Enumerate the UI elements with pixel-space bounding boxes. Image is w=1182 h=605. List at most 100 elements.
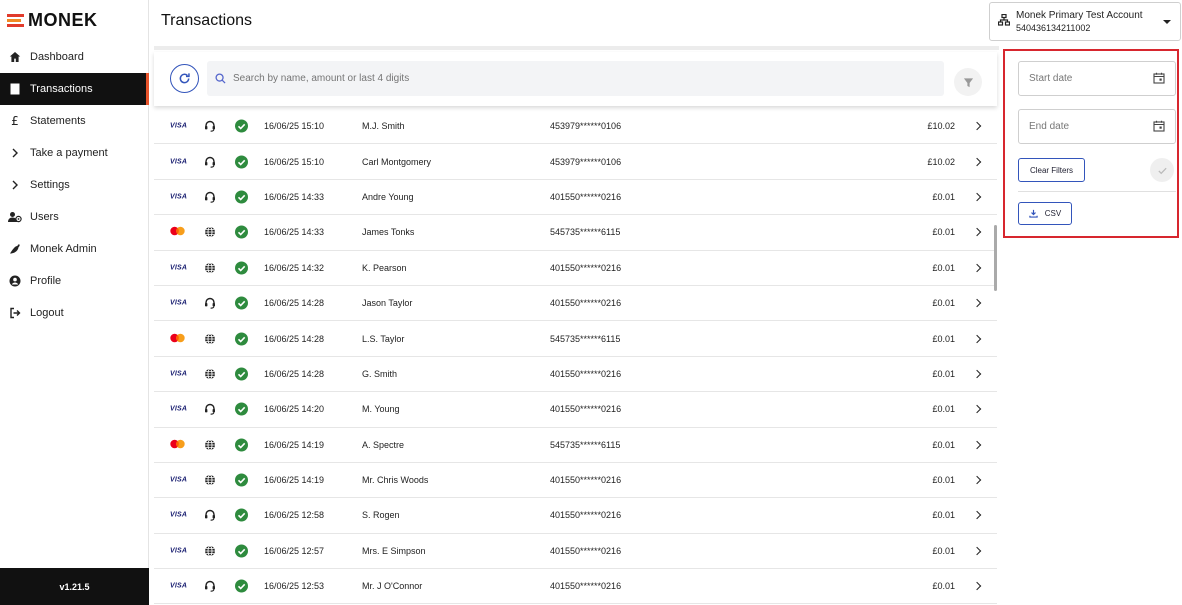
success-check-icon <box>235 261 248 275</box>
success-check-icon <box>235 438 248 452</box>
end-date-field[interactable]: End date <box>1018 109 1176 144</box>
transaction-row[interactable]: VISA 16/06/25 14:33 Andre Young 401550*****… <box>154 180 997 216</box>
sidebar-item-monek-admin[interactable]: Monek Admin <box>0 233 149 265</box>
chevron-right-icon[interactable] <box>972 405 982 414</box>
transaction-amount: £0.01 <box>932 298 955 309</box>
transaction-row[interactable]: VISA 16/06/25 14:28 G. Smith 401550******02… <box>154 357 997 393</box>
clear-filters-button[interactable]: Clear Filters <box>1018 158 1085 182</box>
visa-icon: VISA <box>170 264 188 272</box>
chevron-right-icon[interactable] <box>972 263 982 272</box>
search-box[interactable] <box>207 61 944 96</box>
transaction-row[interactable]: VISA 16/06/25 14:32 K. Pearson 401550******… <box>154 251 997 286</box>
chevron-right-icon[interactable] <box>972 121 982 131</box>
transaction-row[interactable]: VISA 16/06/25 15:10 Carl Montgomery 453979*… <box>154 144 997 180</box>
success-check-icon <box>235 296 248 310</box>
transaction-row[interactable]: VISA 16/06/25 14:19 Mr. Chris Woods 401550*… <box>154 463 997 499</box>
start-date-field[interactable]: Start date <box>1018 61 1176 96</box>
sidebar-item-transactions[interactable]: Transactions <box>0 73 149 105</box>
globe-icon <box>204 368 216 380</box>
visa-icon: VISA <box>170 122 188 130</box>
refresh-icon <box>179 73 190 84</box>
cardholder-name: M.J. Smith <box>362 121 405 132</box>
account-selector[interactable]: Monek Primary Test Account 5404361342110… <box>989 2 1181 41</box>
search-input[interactable] <box>233 73 913 84</box>
transaction-date: 16/06/25 14:33 <box>264 191 325 202</box>
transaction-row[interactable]: 16/06/25 14:33 James Tonks 545735******611… <box>154 215 997 251</box>
sidebar-nav: Dashboard Transactions £ Statements Take a p… <box>0 41 149 329</box>
masked-card-number: 453979******0106 <box>550 156 622 167</box>
transaction-row[interactable]: VISA 16/06/25 14:20 M. Young 401550******02… <box>154 392 997 428</box>
sidebar-item-take-a-payment[interactable]: Take a payment <box>0 137 149 169</box>
transaction-amount: £0.01 <box>932 333 955 344</box>
globe-icon <box>204 545 216 557</box>
filter-button[interactable] <box>954 68 982 96</box>
cardholder-name: L.S. Taylor <box>362 333 405 344</box>
transaction-date: 16/06/25 14:20 <box>264 404 325 415</box>
sidebar-item-dashboard[interactable]: Dashboard <box>0 41 149 73</box>
chevron-right-icon[interactable] <box>972 228 982 237</box>
cardholder-name: Mr. Chris Woods <box>362 475 429 486</box>
transaction-date: 16/06/25 12:53 <box>264 581 325 592</box>
chevron-right-icon[interactable] <box>972 157 982 166</box>
transaction-amount: £0.01 <box>932 227 955 238</box>
chevron-right-icon[interactable] <box>972 369 982 379</box>
chevron-right-icon[interactable] <box>972 298 982 308</box>
transaction-row[interactable]: VISA 16/06/25 14:28 Jason Taylor 401550****… <box>154 286 997 322</box>
transaction-amount: £0.01 <box>932 475 955 486</box>
cardholder-name: M. Young <box>362 404 400 415</box>
success-check-icon <box>235 402 248 416</box>
search-icon <box>215 73 226 84</box>
transaction-date: 16/06/25 12:57 <box>264 545 325 556</box>
transaction-row[interactable]: VISA 16/06/25 12:53 Mr. J O'Connor 401550**… <box>154 569 997 605</box>
cardholder-name: James Tonks <box>362 227 415 238</box>
transaction-row[interactable]: VISA 16/06/25 12:58 S. Rogen 401550******02… <box>154 498 997 534</box>
download-icon <box>1029 209 1038 218</box>
pepper-icon <box>8 242 22 256</box>
sidebar-item-logout[interactable]: Logout <box>0 297 149 329</box>
filter-icon <box>963 77 973 87</box>
search-toolbar <box>154 52 997 106</box>
apply-filters-button[interactable] <box>1150 158 1174 182</box>
sidebar-item-label: Logout <box>30 307 64 319</box>
transaction-amount: £0.01 <box>932 581 955 592</box>
transaction-row[interactable]: 16/06/25 14:28 L.S. Taylor 545735******611… <box>154 321 997 357</box>
chevron-right-icon[interactable] <box>972 546 982 556</box>
globe-icon <box>204 333 216 345</box>
sidebar-item-statements[interactable]: £ Statements <box>0 105 149 137</box>
cardholder-name: G. Smith <box>362 368 398 379</box>
transaction-row[interactable]: VISA 16/06/25 15:10 M.J. Smith 453979******… <box>154 109 997 145</box>
csv-export-button[interactable]: CSV <box>1018 202 1072 225</box>
monek-logo[interactable]: MONEK <box>7 10 98 30</box>
transaction-row[interactable]: VISA 16/06/25 12:57 Mrs. E Simpson 401550**… <box>154 534 997 570</box>
filters-panel: Start date End date Clear Filters CSV <box>1003 49 1179 238</box>
chevron-right-icon[interactable] <box>972 475 982 485</box>
mastercard-icon <box>170 439 185 450</box>
chevron-right-icon[interactable] <box>972 582 982 591</box>
transaction-row[interactable]: 16/06/25 14:19 A. Spectre 545735******6115… <box>154 428 997 463</box>
calendar-icon[interactable] <box>1153 120 1165 132</box>
globe-icon <box>204 439 216 451</box>
transaction-date: 16/06/25 14:19 <box>264 439 325 450</box>
chevron-right-icon[interactable] <box>972 440 982 449</box>
transaction-amount: £0.01 <box>932 545 955 556</box>
globe-icon <box>204 226 216 238</box>
sidebar-item-label: Take a payment <box>30 147 108 159</box>
sidebar-item-label: Monek Admin <box>30 243 97 255</box>
chevron-right-icon[interactable] <box>972 511 982 520</box>
masked-card-number: 401550******0216 <box>550 581 622 592</box>
sidebar-item-profile[interactable]: Profile <box>0 265 149 297</box>
transaction-date: 16/06/25 14:32 <box>264 262 325 273</box>
transaction-amount: £0.01 <box>932 404 955 415</box>
headset-icon <box>204 191 216 203</box>
transaction-amount: £10.02 <box>927 156 955 167</box>
calendar-icon[interactable] <box>1153 72 1165 84</box>
success-check-icon <box>235 225 248 239</box>
sidebar-item-users[interactable]: Users <box>0 201 149 233</box>
list-scrollbar[interactable] <box>994 225 997 291</box>
cardholder-name: Mrs. E Simpson <box>362 545 426 556</box>
sidebar-item-label: Dashboard <box>30 51 84 63</box>
chevron-right-icon[interactable] <box>972 192 982 202</box>
sidebar-item-settings[interactable]: Settings <box>0 169 149 201</box>
refresh-button[interactable] <box>170 64 199 93</box>
chevron-right-icon[interactable] <box>972 334 982 343</box>
